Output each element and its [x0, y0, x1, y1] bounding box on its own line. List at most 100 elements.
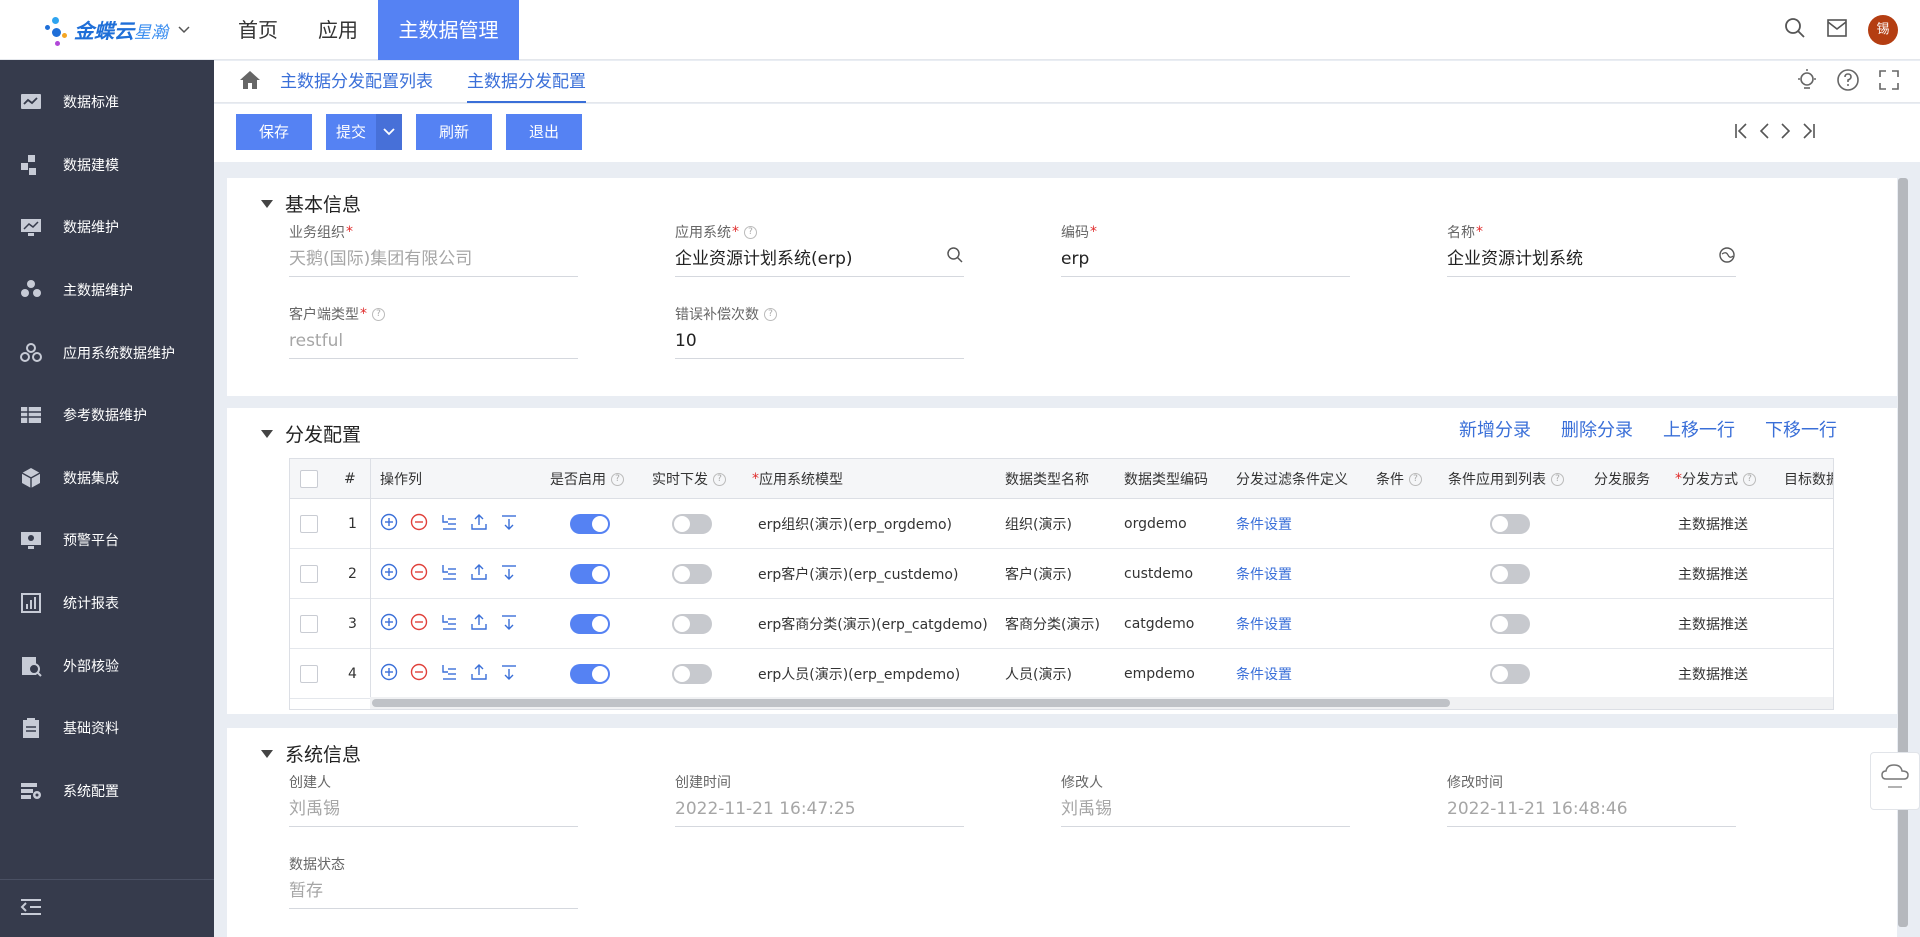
move-down-link[interactable]: 下移一行 [1765, 416, 1837, 442]
add-row-icon[interactable] [380, 563, 398, 585]
col-app-model[interactable]: * 应用系统模型 [752, 459, 843, 499]
table-row[interactable]: 1 erp组织(演示)(erp_orgdemo) 组织(演示) orgdemo … [290, 499, 1833, 549]
app-system-field[interactable]: 应用系统 *? 企业资源计划系统(erp) [675, 222, 964, 277]
move-up-icon[interactable] [470, 613, 488, 635]
row-checkbox[interactable] [300, 515, 318, 533]
realtime-toggle[interactable] [672, 614, 712, 634]
insert-row-icon[interactable] [440, 663, 458, 685]
add-entry-link[interactable]: 新增分录 [1459, 416, 1531, 442]
code-field[interactable]: 编码 * erp [1061, 222, 1350, 277]
insert-row-icon[interactable] [440, 613, 458, 635]
help-icon[interactable]: ? [1551, 472, 1564, 486]
help-icon[interactable]: ? [713, 472, 726, 486]
app-logo[interactable]: 金蝶云星瀚 [0, 0, 214, 60]
apply-to-list-toggle[interactable] [1490, 614, 1530, 634]
chevron-down-icon[interactable] [178, 23, 190, 37]
enabled-toggle[interactable] [570, 514, 610, 534]
col-enabled[interactable]: 是否启用? [550, 459, 624, 499]
sidebar-item-basic-data[interactable]: 基础资料 [0, 697, 214, 760]
help-icon[interactable]: ? [764, 307, 777, 321]
move-up-link[interactable]: 上移一行 [1663, 416, 1735, 442]
move-up-icon[interactable] [470, 563, 488, 585]
add-row-icon[interactable] [380, 513, 398, 535]
add-row-icon[interactable] [380, 613, 398, 635]
apply-to-list-toggle[interactable] [1490, 514, 1530, 534]
collapse-sidebar-button[interactable] [0, 879, 214, 937]
mode-cell[interactable]: 主数据推送 [1678, 599, 1748, 649]
sidebar-item-data-modeling[interactable]: 数据建模 [0, 134, 214, 197]
help-icon[interactable]: ? [1743, 472, 1756, 486]
mail-icon[interactable] [1826, 18, 1848, 42]
fullscreen-icon[interactable] [1878, 69, 1900, 95]
name-field[interactable]: 名称 * 企业资源计划系统 [1447, 222, 1736, 277]
nav-home[interactable]: 首页 [218, 0, 298, 60]
sidebar-item-app-system-data[interactable]: 应用系统数据维护 [0, 321, 214, 384]
condition-settings-link[interactable]: 条件设置 [1236, 549, 1292, 599]
scroll-thumb[interactable] [372, 699, 1450, 707]
move-up-icon[interactable] [470, 663, 488, 685]
table-row[interactable]: 4 erp人员(演示)(erp_empdemo) 人员(演示) empdemo … [290, 649, 1833, 699]
realtime-toggle[interactable] [672, 664, 712, 684]
col-condition[interactable]: 条件? [1376, 459, 1422, 499]
insert-row-icon[interactable] [440, 513, 458, 535]
row-checkbox[interactable] [300, 565, 318, 583]
system-info-title[interactable]: 系统信息 [261, 740, 361, 767]
app-model-cell[interactable]: erp客商分类(演示)(erp_catgdemo) [758, 599, 988, 649]
remove-row-icon[interactable] [410, 513, 428, 535]
enabled-toggle[interactable] [570, 614, 610, 634]
move-down-icon[interactable] [500, 663, 518, 685]
submit-button[interactable]: 提交 [326, 114, 376, 150]
delete-entry-link[interactable]: 删除分录 [1561, 416, 1633, 442]
move-down-icon[interactable] [500, 563, 518, 585]
table-row[interactable]: 3 erp客商分类(演示)(erp_catgdemo) 客商分类(演示) cat… [290, 599, 1833, 649]
remove-row-icon[interactable] [410, 563, 428, 585]
col-service[interactable]: 分发服务 [1594, 459, 1650, 499]
add-row-icon[interactable] [380, 663, 398, 685]
sidebar-item-data-standard[interactable]: 数据标准 [0, 71, 214, 134]
remove-row-icon[interactable] [410, 663, 428, 685]
sidebar-item-stat-report[interactable]: 统计报表 [0, 572, 214, 635]
dist-config-title[interactable]: 分发配置 [261, 420, 361, 447]
avatar[interactable]: 锡 [1868, 15, 1898, 45]
globe-icon[interactable] [1718, 243, 1736, 275]
condition-settings-link[interactable]: 条件设置 [1236, 499, 1292, 549]
page-vertical-scrollbar[interactable] [1898, 178, 1908, 927]
help-icon[interactable]: ? [744, 225, 757, 239]
col-target[interactable]: 目标数据 [1784, 459, 1833, 499]
apply-to-list-toggle[interactable] [1490, 664, 1530, 684]
retry-count-field[interactable]: 错误补偿次数? 10 [675, 304, 964, 359]
nav-mdm[interactable]: 主数据管理 [378, 0, 519, 60]
home-icon[interactable] [238, 69, 262, 95]
col-apply-to-list[interactable]: 条件应用到列表? [1448, 459, 1564, 499]
cloud-float-button[interactable] [1870, 752, 1920, 810]
col-type-code[interactable]: 数据类型编码 [1124, 459, 1208, 499]
sidebar-item-reference-data[interactable]: 参考数据维护 [0, 384, 214, 447]
help-icon[interactable]: ? [1409, 472, 1422, 486]
remove-row-icon[interactable] [410, 613, 428, 635]
last-record-icon[interactable] [1802, 122, 1816, 144]
move-down-icon[interactable] [500, 613, 518, 635]
lightbulb-icon[interactable] [1796, 68, 1818, 96]
col-mode[interactable]: * 分发方式? [1675, 459, 1756, 499]
col-filter-def[interactable]: 分发过滤条件定义 [1236, 459, 1348, 499]
sidebar-item-master-data[interactable]: 主数据维护 [0, 259, 214, 322]
help-icon[interactable]: ? [372, 307, 385, 321]
move-down-icon[interactable] [500, 513, 518, 535]
mode-cell[interactable]: 主数据推送 [1678, 549, 1748, 599]
sidebar-item-data-maintain[interactable]: 数据维护 [0, 196, 214, 259]
apply-to-list-toggle[interactable] [1490, 564, 1530, 584]
submit-dropdown[interactable] [376, 114, 402, 150]
realtime-toggle[interactable] [672, 514, 712, 534]
enabled-toggle[interactable] [570, 564, 610, 584]
help-icon[interactable]: ? [611, 472, 624, 486]
mode-cell[interactable]: 主数据推送 [1678, 499, 1748, 549]
insert-row-icon[interactable] [440, 563, 458, 585]
refresh-button[interactable]: 刷新 [416, 114, 492, 150]
app-model-cell[interactable]: erp人员(演示)(erp_empdemo) [758, 649, 960, 699]
sidebar-item-data-integration[interactable]: 数据集成 [0, 447, 214, 510]
search-icon[interactable] [1784, 17, 1806, 43]
table-row[interactable]: 2 erp客户(演示)(erp_custdemo) 客户(演示) custdem… [290, 549, 1833, 599]
help-icon[interactable] [1836, 68, 1860, 96]
realtime-toggle[interactable] [672, 564, 712, 584]
row-checkbox[interactable] [300, 615, 318, 633]
